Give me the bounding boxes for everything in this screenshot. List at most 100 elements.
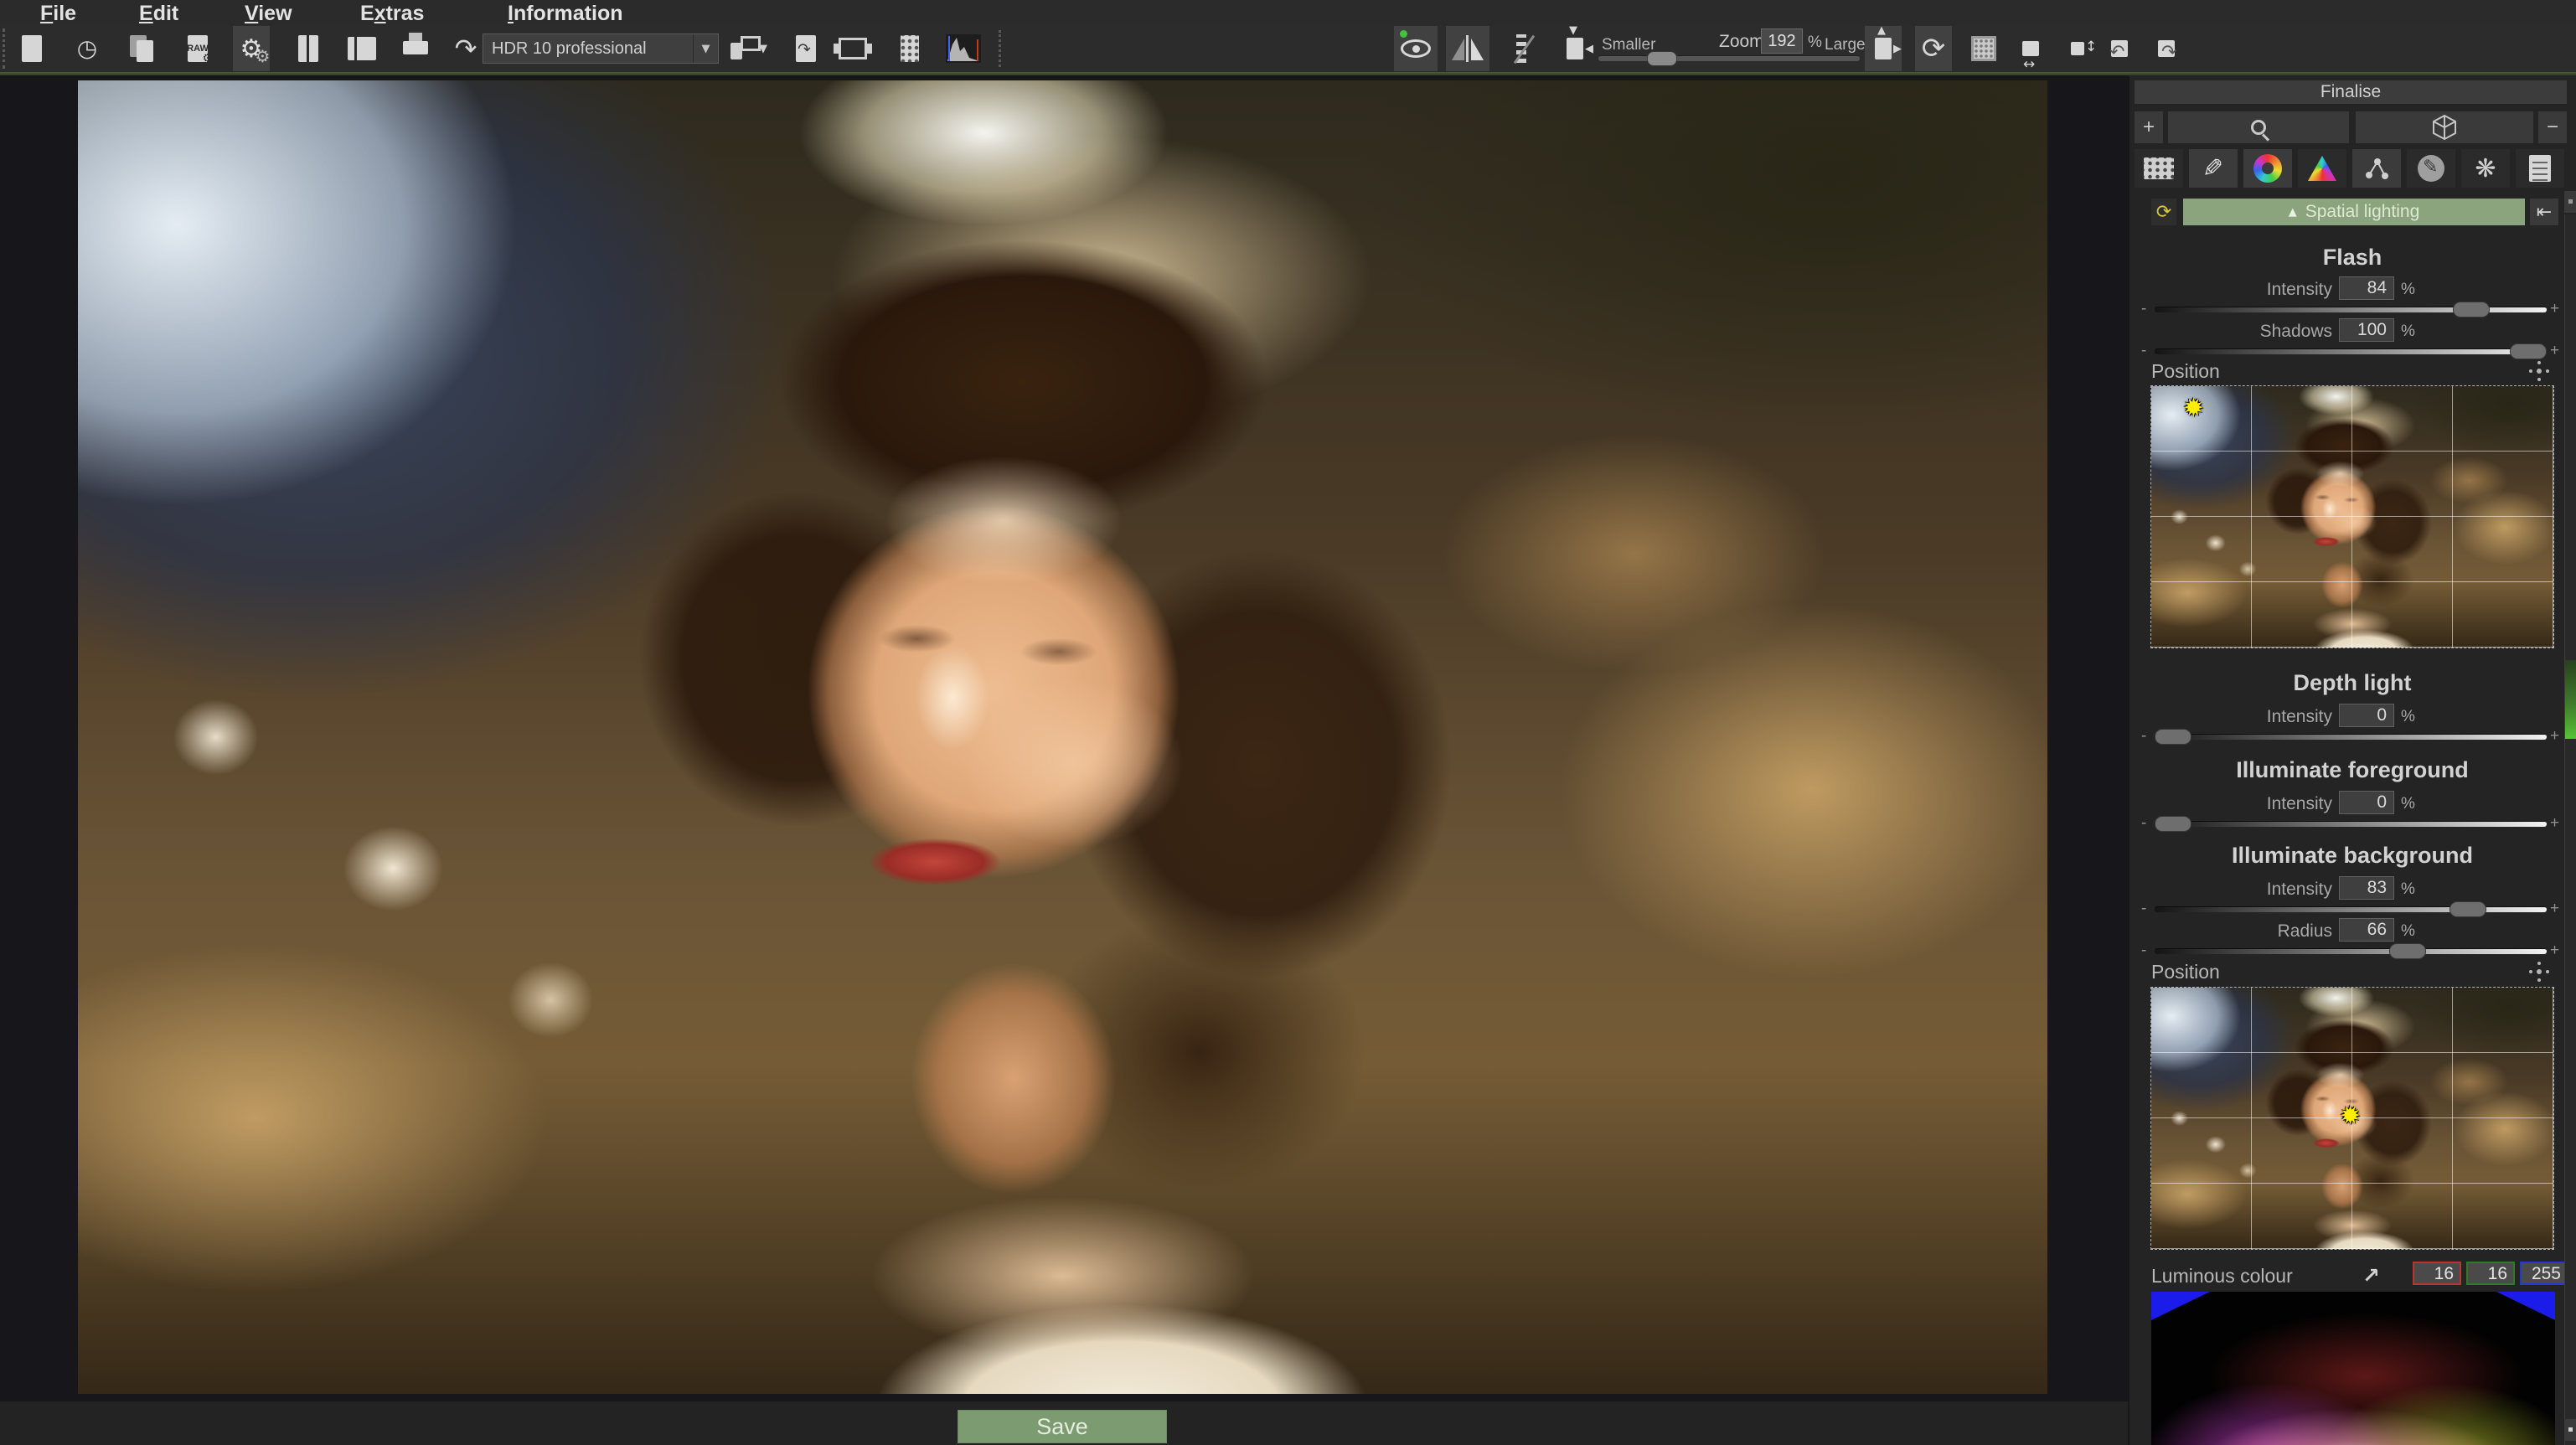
export-button[interactable]: ↷ (447, 30, 484, 67)
panel-scrollbar[interactable] (2564, 214, 2576, 1445)
menu-extras[interactable]: Extras (360, 0, 424, 25)
slider-track[interactable] (2155, 906, 2547, 912)
tab-brush[interactable]: ✎ (2407, 149, 2455, 188)
back-intensity-value[interactable]: 83 (2339, 876, 2394, 900)
slider-track[interactable] (2155, 821, 2547, 827)
search-field[interactable] (2168, 111, 2349, 143)
slider-plus[interactable]: + (2550, 342, 2559, 360)
slider-thumb[interactable] (2155, 816, 2191, 832)
menu-file[interactable]: File (40, 0, 76, 25)
before-after-button[interactable] (1446, 26, 1489, 71)
slider-minus[interactable]: - (2141, 942, 2146, 960)
flash-shadows-value[interactable]: 100 (2339, 318, 2394, 342)
slider-minus[interactable]: - (2141, 300, 2146, 318)
slider-track[interactable] (2155, 348, 2547, 354)
toolbar-drag-handle[interactable] (3, 28, 5, 69)
preset-caret-icon[interactable]: ▼ (693, 34, 718, 63)
panel-scrollbar-thumb[interactable] (2565, 660, 2576, 739)
history-button[interactable]: ◷ (69, 30, 106, 67)
zoom-label: Zoom (1719, 32, 1764, 52)
device-preview-button[interactable]: ▼ (730, 30, 767, 67)
slider-plus[interactable]: + (2550, 814, 2559, 833)
zoom-value-input[interactable]: 192 (1761, 28, 1803, 54)
menu-view[interactable]: View (245, 0, 292, 25)
selection-button[interactable] (1965, 30, 2002, 67)
histogram-button[interactable] (945, 30, 982, 67)
tab-aperture[interactable]: ❋ (2461, 149, 2510, 188)
panel-scrollbar-up-button[interactable] (2564, 191, 2576, 213)
slider-thumb[interactable] (2510, 343, 2547, 359)
tab-report[interactable] (2516, 149, 2564, 188)
menu-edit[interactable]: Edit (139, 0, 178, 25)
raw-settings-button[interactable]: RAW⚙ (179, 30, 216, 67)
slider-track[interactable] (2155, 734, 2547, 740)
wipe-compare-button[interactable] (1503, 30, 1540, 67)
tab-nodes[interactable] (2352, 149, 2401, 188)
slider-thumb[interactable] (2389, 943, 2426, 959)
position1-thumbnail[interactable]: ✹ (2151, 386, 2553, 648)
slider-track[interactable] (2155, 307, 2547, 312)
split-view-button[interactable] (290, 30, 327, 67)
panel-title[interactable]: Finalise (2135, 80, 2567, 104)
luminous-blue-value[interactable]: 255 (2520, 1262, 2568, 1285)
slider-plus[interactable]: + (2550, 300, 2559, 318)
tab-color-wheel[interactable] (2243, 149, 2292, 188)
luminous-red-value[interactable]: 16 (2413, 1262, 2461, 1285)
fore-intensity-value[interactable]: 0 (2339, 791, 2394, 814)
section-header-spatial-lighting[interactable]: ▲ Spatial lighting (2183, 199, 2525, 225)
zoom-slider-thumb[interactable] (1647, 51, 1677, 66)
larger-label: Larger (1825, 36, 1871, 54)
adjust-width-button[interactable]: ↔ (2012, 30, 2049, 67)
slider-thumb[interactable] (2453, 302, 2490, 317)
reset-section-button[interactable]: ⟳ (2151, 199, 2176, 225)
filmstrip-button[interactable] (891, 30, 928, 67)
slider-track[interactable] (2155, 948, 2547, 954)
panel-layout-button[interactable] (343, 30, 380, 67)
dock-section-button[interactable]: ⇤ (2530, 199, 2558, 225)
full-frame-button[interactable] (834, 30, 871, 67)
zoom-slider[interactable] (1598, 55, 1860, 61)
settings-button[interactable]: ⚙⚙ (233, 26, 270, 71)
panel-scrollbar-down-button[interactable] (2564, 1419, 2576, 1441)
photo-canvas[interactable] (78, 80, 2047, 1394)
3d-lut-button[interactable] (2356, 111, 2533, 143)
new-file-button[interactable] (13, 30, 50, 67)
eyedropper-icon[interactable]: ↗ (2362, 1263, 2380, 1288)
preset-dropdown[interactable]: HDR 10 professional ▼ (483, 34, 719, 64)
rotate-right-button[interactable]: ↷ (2148, 30, 2185, 67)
copy-button[interactable] (124, 30, 161, 67)
back-radius-label: Radius (2151, 921, 2332, 942)
position2-thumbnail[interactable]: ✹ (2151, 988, 2553, 1249)
print-button[interactable] (397, 30, 434, 67)
slider-minus[interactable]: - (2141, 727, 2146, 746)
flash-intensity-value[interactable]: 84 (2339, 276, 2394, 300)
slider-plus[interactable]: + (2550, 942, 2559, 960)
zoom-out-page-button[interactable]: ▼ ◀ (1556, 30, 1593, 67)
slider-plus[interactable]: + (2550, 727, 2559, 746)
slider-minus[interactable]: - (2141, 342, 2146, 360)
save-button[interactable]: Save (958, 1410, 1167, 1443)
zoom-in-page-button[interactable]: ▲ ▶ (1865, 26, 1902, 71)
slider-plus[interactable]: + (2550, 900, 2559, 918)
slider-minus[interactable]: - (2141, 900, 2146, 918)
move-icon[interactable] (2537, 369, 2542, 374)
back-radius-value[interactable]: 66 (2339, 918, 2394, 942)
tab-grain[interactable] (2135, 149, 2183, 188)
slider-thumb[interactable] (2450, 901, 2486, 917)
rotate-free-button[interactable]: ⟳ (1915, 26, 1952, 71)
image-export-button[interactable]: ↷ (787, 30, 824, 67)
luminous-colour-picker[interactable] (2151, 1292, 2555, 1445)
luminous-green-value[interactable]: 16 (2466, 1262, 2515, 1285)
remove-filter-button[interactable]: − (2538, 111, 2567, 143)
tab-gamut[interactable] (2298, 149, 2346, 188)
slider-minus[interactable]: - (2141, 814, 2146, 833)
tab-retouch[interactable]: ✎ (2189, 149, 2238, 188)
adjust-height-button[interactable]: ↕ (2059, 30, 2096, 67)
preview-eye-button[interactable] (1394, 26, 1438, 71)
menu-information[interactable]: Information (508, 0, 623, 25)
depth-intensity-value[interactable]: 0 (2339, 704, 2394, 727)
add-filter-button[interactable]: + (2135, 111, 2163, 143)
rotate-left-button[interactable]: ↶ (2101, 30, 2138, 67)
slider-thumb[interactable] (2155, 729, 2191, 745)
move-icon[interactable] (2537, 969, 2542, 974)
